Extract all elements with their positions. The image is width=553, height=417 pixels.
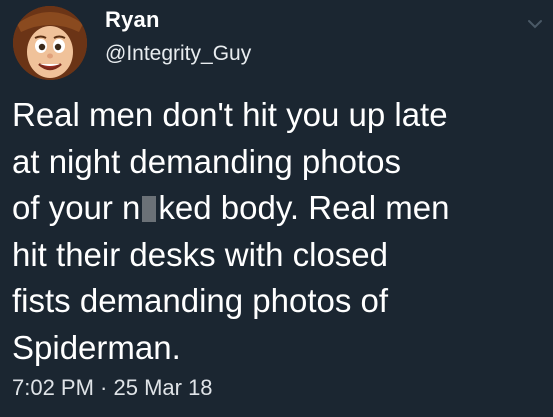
chevron-down-icon[interactable]	[527, 18, 543, 30]
tweet-card: Ryan @Integrity_Guy Real men don't hit y…	[0, 0, 553, 417]
tweet-line: at night demanding photos	[12, 142, 401, 180]
tweet-text: Real men don't hit you up late at night …	[12, 92, 542, 371]
woody-avatar-icon	[13, 6, 87, 80]
author-name[interactable]: Ryan	[105, 7, 160, 33]
tweet-line: of your n ked body. Real men	[12, 189, 449, 226]
tweet-line: Real men don't hit you up late	[12, 96, 448, 133]
tweet-line: fists demanding photos of	[12, 282, 389, 319]
redaction-block	[142, 196, 157, 222]
tweet-text-fragment: of your n	[12, 189, 141, 226]
avatar[interactable]	[13, 6, 87, 80]
tweet-line: hit their desks with closed	[12, 235, 389, 273]
author-handle[interactable]: @Integrity_Guy	[105, 42, 251, 66]
tweet-timestamp[interactable]: 7:02 PM · 25 Mar 18	[12, 375, 213, 401]
tweet-line: Spiderman.	[12, 328, 181, 366]
tweet-text-fragment: ked body. Real men	[158, 189, 450, 226]
